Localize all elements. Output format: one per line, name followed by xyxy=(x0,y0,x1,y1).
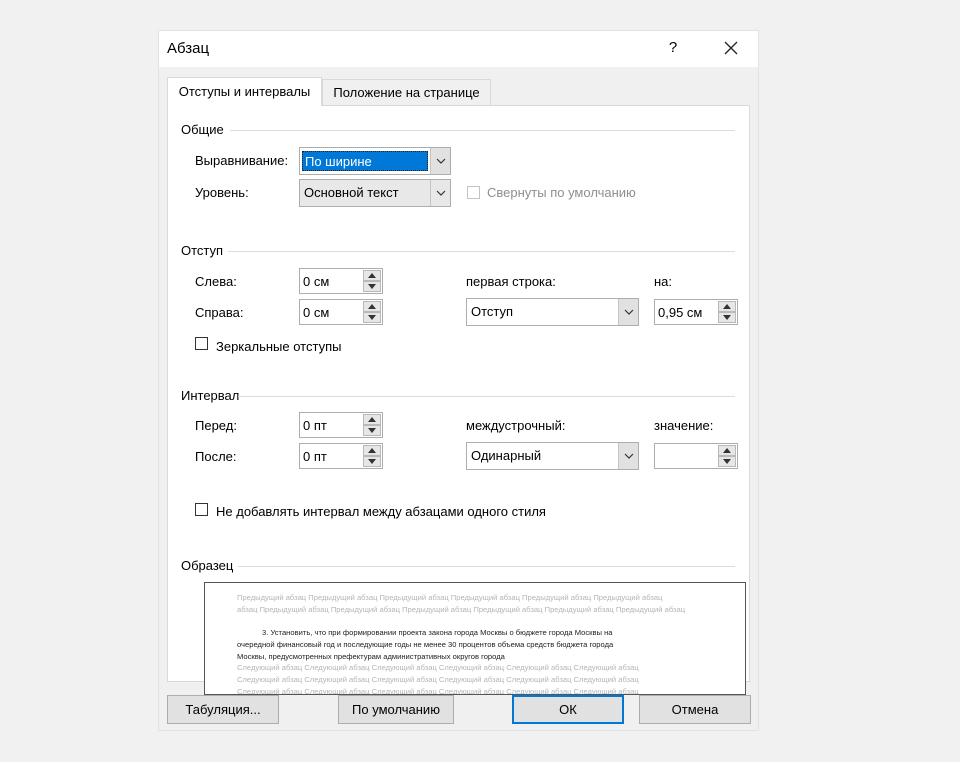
by-spinner[interactable]: 0,95 см xyxy=(654,299,738,325)
close-icon xyxy=(724,41,738,55)
dialog-title: Абзац xyxy=(167,40,210,57)
tab-panel: Общие Выравнивание: По ширине Уровень: О… xyxy=(167,105,750,695)
first-line-label: первая строка: xyxy=(466,274,556,289)
spin-up-button[interactable] xyxy=(363,270,381,281)
preview-previous-line: абзац Предыдущий абзац Предыдущий абзац … xyxy=(237,605,686,614)
triangle-up-icon xyxy=(368,304,376,309)
triangle-down-icon xyxy=(368,315,376,320)
indent-left-value: 0 см xyxy=(303,274,330,289)
by-label: на: xyxy=(654,274,673,289)
triangle-up-icon xyxy=(723,304,731,309)
collapsed-checkbox[interactable] xyxy=(467,186,480,199)
line-spacing-value: Одинарный xyxy=(471,448,542,463)
at-label: значение: xyxy=(654,418,714,433)
tab-line-and-page-breaks[interactable]: Положение на странице xyxy=(322,79,491,106)
general-section-title: Общие xyxy=(181,122,224,137)
level-value: Основной текст xyxy=(304,185,399,200)
preview-main-line: очередной финансовый год и последующие г… xyxy=(237,640,614,649)
triangle-up-icon xyxy=(368,448,376,453)
alignment-value: По ширине xyxy=(305,154,372,169)
preview-next-line: Следующий абзац Следующий абзац Следующи… xyxy=(237,663,639,672)
preview-main-line: 3. Установить, что при формировании прое… xyxy=(262,628,613,637)
no-space-label: Не добавлять интервал между абзацами одн… xyxy=(216,504,546,519)
preview-section-title: Образец xyxy=(181,558,234,573)
spacing-after-spinner[interactable]: 0 пт xyxy=(299,443,383,469)
spin-up-button[interactable] xyxy=(363,445,381,456)
set-as-default-button[interactable]: По умолчанию xyxy=(338,695,454,724)
title-bar: Абзац ? xyxy=(159,31,758,67)
triangle-down-icon xyxy=(368,428,376,433)
alignment-selected: По ширине xyxy=(302,151,428,171)
at-spinner[interactable] xyxy=(654,443,738,469)
spin-down-button[interactable] xyxy=(363,281,381,292)
alignment-dropdown-button[interactable] xyxy=(430,148,450,174)
triangle-down-icon xyxy=(368,459,376,464)
tab-indents-and-spacing[interactable]: Отступы и интервалы xyxy=(167,77,322,106)
collapsed-label: Свернуты по умолчанию xyxy=(487,185,636,200)
preview-previous-line: Предыдущий абзац Предыдущий абзац Предыд… xyxy=(237,593,663,602)
triangle-up-icon xyxy=(368,273,376,278)
level-combo[interactable]: Основной текст xyxy=(299,179,451,207)
spacing-before-spinner[interactable]: 0 пт xyxy=(299,412,383,438)
spacing-before-value: 0 пт xyxy=(303,418,327,433)
spacing-before-label: Перед: xyxy=(195,418,237,433)
level-label: Уровень: xyxy=(195,185,249,200)
spin-up-button[interactable] xyxy=(363,414,381,425)
line-spacing-label: междустрочный: xyxy=(466,418,566,433)
general-divider xyxy=(230,130,735,131)
triangle-down-icon xyxy=(723,315,731,320)
tabs-button[interactable]: Табуляция... xyxy=(167,695,279,724)
close-button[interactable] xyxy=(711,33,751,63)
triangle-up-icon xyxy=(368,417,376,422)
line-spacing-dropdown-button[interactable] xyxy=(618,443,638,469)
chevron-down-icon xyxy=(624,453,634,459)
line-spacing-combo[interactable]: Одинарный xyxy=(466,442,639,470)
spin-down-button[interactable] xyxy=(718,456,736,467)
no-space-checkbox[interactable] xyxy=(195,503,208,516)
spacing-section-title: Интервал xyxy=(181,388,240,403)
indent-right-label: Справа: xyxy=(195,305,244,320)
spin-down-button[interactable] xyxy=(363,456,381,467)
spacing-after-value: 0 пт xyxy=(303,449,327,464)
spin-down-button[interactable] xyxy=(363,312,381,323)
spin-up-button[interactable] xyxy=(718,445,736,456)
triangle-down-icon xyxy=(723,459,731,464)
level-dropdown-button[interactable] xyxy=(430,180,450,206)
first-line-combo[interactable]: Отступ xyxy=(466,298,639,326)
mirror-indents-checkbox[interactable] xyxy=(195,337,208,350)
help-button[interactable]: ? xyxy=(655,33,691,63)
indent-left-label: Слева: xyxy=(195,274,237,289)
ok-button[interactable]: ОК xyxy=(512,695,624,724)
preview-next-line: Следующий абзац Следующий абзац Следующи… xyxy=(237,687,639,695)
paragraph-dialog: Абзац ? Отступы и интервалы Положение на… xyxy=(158,30,759,731)
preview-box: Предыдущий абзац Предыдущий абзац Предыд… xyxy=(204,582,746,695)
chevron-down-icon xyxy=(436,158,446,164)
spin-up-button[interactable] xyxy=(718,301,736,312)
spacing-after-label: После: xyxy=(195,449,237,464)
preview-next-line: Следующий абзац Следующий абзац Следующи… xyxy=(237,675,639,684)
alignment-combo[interactable]: По ширине xyxy=(299,147,451,175)
cancel-button[interactable]: Отмена xyxy=(639,695,751,724)
indent-right-value: 0 см xyxy=(303,305,330,320)
first-line-value: Отступ xyxy=(471,304,514,319)
indent-right-spinner[interactable]: 0 см xyxy=(299,299,383,325)
alignment-label: Выравнивание: xyxy=(195,153,289,168)
spin-down-button[interactable] xyxy=(363,425,381,436)
spin-down-button[interactable] xyxy=(718,312,736,323)
mirror-indents-label: Зеркальные отступы xyxy=(216,339,342,354)
triangle-up-icon xyxy=(723,448,731,453)
by-value: 0,95 см xyxy=(658,305,703,320)
preview-divider xyxy=(238,566,735,567)
first-line-dropdown-button[interactable] xyxy=(618,299,638,325)
spacing-divider xyxy=(238,396,735,397)
spin-up-button[interactable] xyxy=(363,301,381,312)
indent-divider xyxy=(228,251,735,252)
chevron-down-icon xyxy=(624,309,634,315)
triangle-down-icon xyxy=(368,284,376,289)
chevron-down-icon xyxy=(436,190,446,196)
indent-left-spinner[interactable]: 0 см xyxy=(299,268,383,294)
indent-section-title: Отступ xyxy=(181,243,224,258)
